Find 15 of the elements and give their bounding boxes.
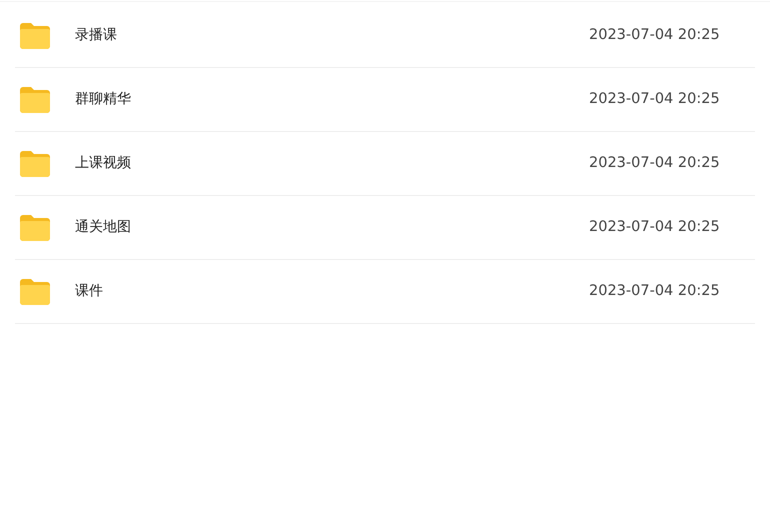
folder-icon[interactable]: [19, 86, 51, 114]
modified-date: 2023-07-04 20:25: [589, 154, 721, 173]
folder-name[interactable]: 上课视频: [75, 153, 589, 174]
folder-name[interactable]: 课件: [75, 281, 589, 302]
modified-date: 2023-07-04 20:25: [589, 90, 721, 109]
folder-icon[interactable]: [19, 150, 51, 178]
folder-icon[interactable]: [19, 278, 51, 306]
folder-name[interactable]: 录播课: [75, 25, 589, 46]
modified-date: 2023-07-04 20:25: [589, 26, 721, 45]
modified-date: 2023-07-04 20:25: [589, 282, 721, 301]
folder-name[interactable]: 通关地图: [75, 217, 589, 238]
folder-icon[interactable]: [19, 22, 51, 50]
folder-icon[interactable]: [19, 214, 51, 242]
modified-date: 2023-07-04 20:25: [589, 218, 721, 237]
folder-name[interactable]: 群聊精华: [75, 89, 589, 110]
